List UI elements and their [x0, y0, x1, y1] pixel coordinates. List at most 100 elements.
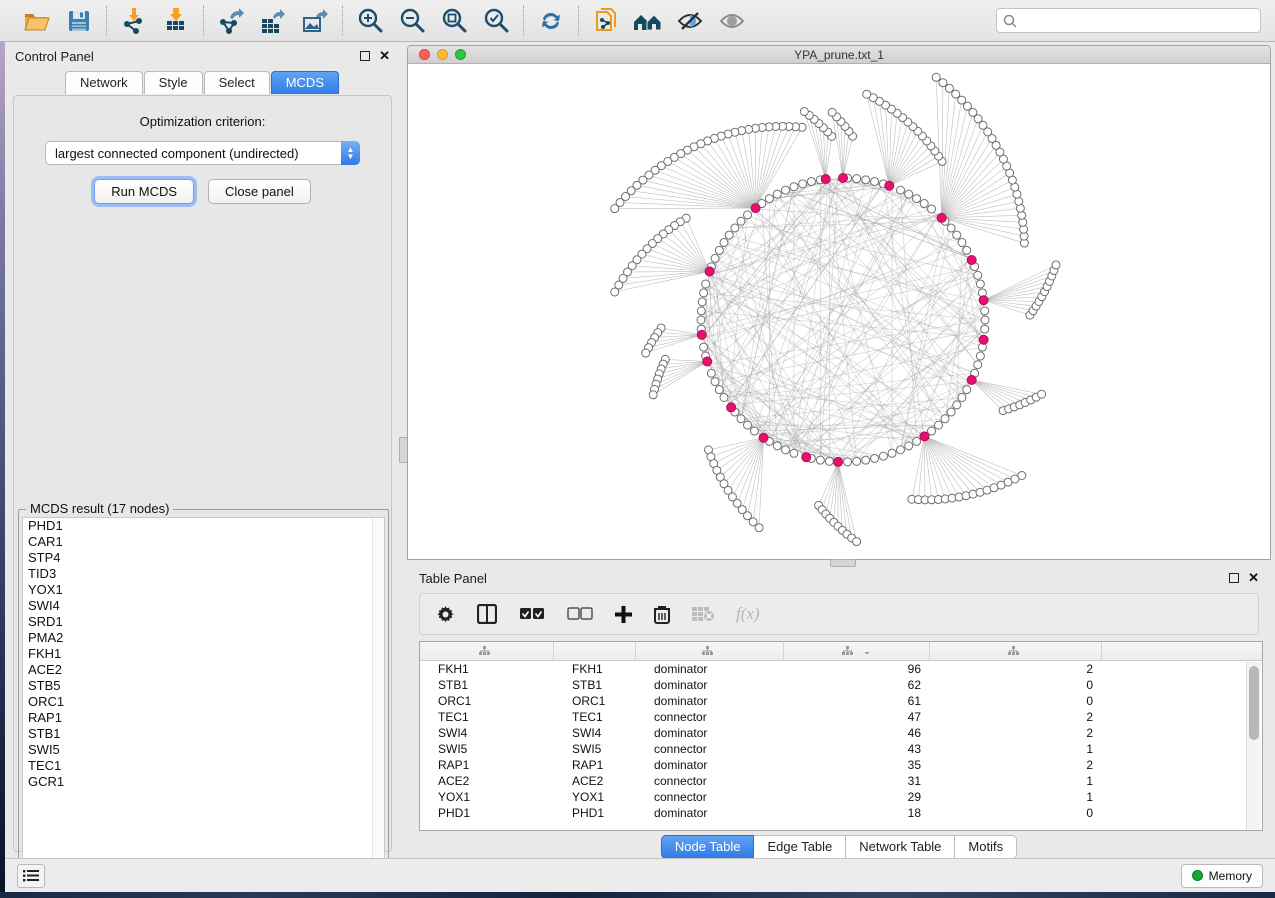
- table-row[interactable]: SWI4SWI4dominator462: [420, 725, 1262, 741]
- mcds-result-item[interactable]: PMA2: [23, 630, 384, 646]
- close-panel-button[interactable]: Close panel: [208, 179, 311, 204]
- table-row[interactable]: YOX1YOX1connector291: [420, 789, 1262, 805]
- mcds-result-item[interactable]: TID3: [23, 566, 384, 582]
- network-node[interactable]: [963, 246, 971, 254]
- network-node[interactable]: [700, 343, 708, 351]
- network-node[interactable]: [974, 361, 982, 369]
- zoom-in-icon[interactable]: [353, 5, 387, 37]
- run-mcds-button[interactable]: Run MCDS: [94, 179, 194, 204]
- horizontal-splitter-handle[interactable]: [830, 559, 856, 567]
- deselect-all-rows-icon[interactable]: [567, 607, 593, 621]
- zoom-out-icon[interactable]: [395, 5, 429, 37]
- mcds-result-item[interactable]: STB5: [23, 678, 384, 694]
- network-node[interactable]: [928, 205, 936, 213]
- network-node[interactable]: [953, 231, 961, 239]
- network-node[interactable]: [963, 386, 971, 394]
- mcds-result-item[interactable]: STP4: [23, 550, 384, 566]
- close-table-panel-icon[interactable]: ✕: [1248, 573, 1259, 583]
- mcds-network-node[interactable]: [979, 296, 988, 305]
- import-network-icon[interactable]: [117, 5, 151, 37]
- table-row[interactable]: SWI5SWI5connector431: [420, 741, 1262, 757]
- network-node[interactable]: [737, 217, 745, 225]
- network-leaf-node[interactable]: [863, 90, 871, 98]
- mcds-result-item[interactable]: YOX1: [23, 582, 384, 598]
- import-table-icon[interactable]: [159, 5, 193, 37]
- mcds-network-node[interactable]: [967, 255, 976, 264]
- network-node[interactable]: [790, 449, 798, 457]
- network-node[interactable]: [953, 401, 961, 409]
- network-node[interactable]: [711, 254, 719, 262]
- memory-button[interactable]: Memory: [1181, 864, 1263, 888]
- network-leaf-node[interactable]: [939, 79, 947, 87]
- zoom-selected-icon[interactable]: [479, 5, 513, 37]
- network-node[interactable]: [981, 325, 989, 333]
- mcds-result-item[interactable]: RAP1: [23, 710, 384, 726]
- network-node[interactable]: [853, 175, 861, 183]
- mcds-network-node[interactable]: [839, 174, 848, 183]
- table-row[interactable]: RAP1RAP1dominator352: [420, 757, 1262, 773]
- table-row[interactable]: STB1STB1dominator620: [420, 677, 1262, 693]
- network-node[interactable]: [731, 224, 739, 232]
- export-table-icon[interactable]: [256, 5, 290, 37]
- network-leaf-node[interactable]: [611, 205, 619, 213]
- mcds-network-node[interactable]: [821, 175, 830, 184]
- mcds-network-node[interactable]: [751, 204, 760, 213]
- network-leaf-node[interactable]: [642, 349, 650, 357]
- network-leaf-node[interactable]: [755, 524, 763, 532]
- network-node[interactable]: [697, 307, 705, 315]
- control-tab-style[interactable]: Style: [144, 71, 203, 94]
- network-node[interactable]: [976, 280, 984, 288]
- network-node[interactable]: [871, 178, 879, 186]
- network-node[interactable]: [697, 316, 705, 324]
- add-column-icon[interactable]: [615, 606, 632, 623]
- network-leaf-node[interactable]: [1052, 261, 1060, 269]
- show-column-icon[interactable]: [477, 604, 497, 624]
- mcds-network-node[interactable]: [759, 433, 768, 442]
- network-node[interactable]: [976, 352, 984, 360]
- network-window-titlebar[interactable]: YPA_prune.txt_1: [408, 46, 1270, 64]
- table-settings-gear-icon[interactable]: [436, 605, 455, 624]
- column-header-shared-name[interactable]: [420, 642, 554, 660]
- search-input[interactable]: [1017, 14, 1254, 28]
- save-session-icon[interactable]: [62, 5, 96, 37]
- mcds-result-item[interactable]: CAR1: [23, 534, 384, 550]
- network-node[interactable]: [698, 298, 706, 306]
- mcds-result-item[interactable]: SWI4: [23, 598, 384, 614]
- network-node[interactable]: [702, 280, 710, 288]
- network-node[interactable]: [790, 183, 798, 191]
- mcds-network-node[interactable]: [885, 181, 894, 190]
- delete-column-icon[interactable]: [654, 605, 670, 624]
- network-node[interactable]: [707, 369, 715, 377]
- network-node[interactable]: [974, 271, 982, 279]
- network-leaf-node[interactable]: [945, 84, 953, 92]
- network-node[interactable]: [844, 458, 852, 466]
- table-tab-motifs[interactable]: Motifs: [955, 835, 1017, 859]
- network-node[interactable]: [765, 195, 773, 203]
- mcds-network-node[interactable]: [834, 457, 843, 466]
- export-network-icon[interactable]: [214, 5, 248, 37]
- group-nodes-icon[interactable]: [631, 5, 665, 37]
- network-node[interactable]: [862, 456, 870, 464]
- network-node[interactable]: [816, 456, 824, 464]
- network-node[interactable]: [934, 421, 942, 429]
- column-header-predecessor-nodes[interactable]: [930, 642, 1102, 660]
- network-node[interactable]: [905, 190, 913, 198]
- network-node[interactable]: [715, 246, 723, 254]
- table-tab-network-table[interactable]: Network Table: [846, 835, 955, 859]
- table-row[interactable]: ACE2ACE2connector311: [420, 773, 1262, 789]
- network-node[interactable]: [720, 239, 728, 247]
- mcds-result-item[interactable]: STB1: [23, 726, 384, 742]
- network-node[interactable]: [913, 437, 921, 445]
- network-leaf-node[interactable]: [828, 108, 836, 116]
- mcds-network-node[interactable]: [937, 213, 946, 222]
- network-leaf-node[interactable]: [611, 288, 619, 296]
- mcds-result-item[interactable]: GCR1: [23, 774, 384, 790]
- search-box[interactable]: [996, 8, 1261, 33]
- mcds-network-node[interactable]: [967, 376, 976, 385]
- network-node[interactable]: [744, 211, 752, 219]
- mcds-network-node[interactable]: [920, 432, 929, 441]
- network-node[interactable]: [981, 316, 989, 324]
- table-row[interactable]: PHD1PHD1dominator180: [420, 805, 1262, 821]
- network-node[interactable]: [750, 427, 758, 435]
- zoom-fit-icon[interactable]: [437, 5, 471, 37]
